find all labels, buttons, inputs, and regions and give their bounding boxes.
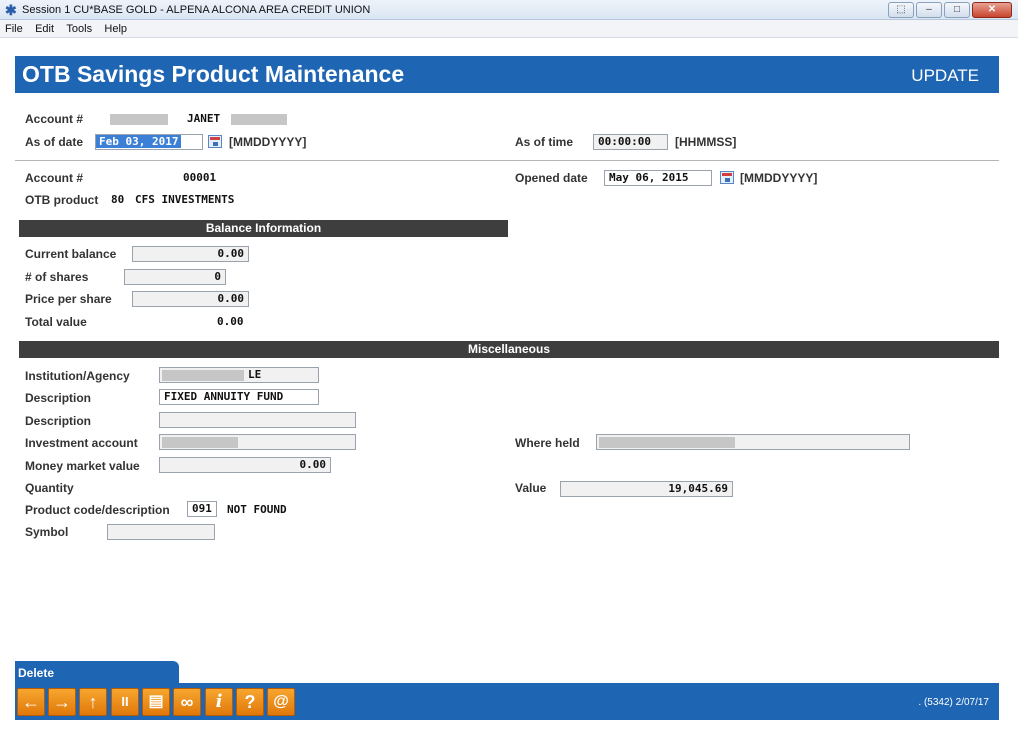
- app-icon: ✱: [5, 2, 17, 18]
- value-label: Value: [515, 481, 547, 495]
- delete-button[interactable]: Delete: [15, 661, 179, 683]
- member-surname-redacted: [231, 114, 287, 125]
- otb-product-name: CFS INVESTMENTS: [135, 193, 235, 206]
- balance-section-header: Balance Information: [19, 220, 508, 237]
- product-code-label: Product code/description: [25, 503, 170, 517]
- current-balance-label: Current balance: [25, 247, 117, 261]
- where-held-redacted: [599, 437, 735, 448]
- as-of-date-value: Feb 03, 2017: [96, 135, 182, 148]
- page-header: OTB Savings Product Maintenance UPDATE: [15, 56, 999, 93]
- minimize-button[interactable]: –: [916, 2, 942, 18]
- window-extra-button[interactable]: ⬚: [888, 2, 914, 18]
- institution-redacted: [162, 370, 244, 381]
- maximize-button[interactable]: □: [944, 2, 970, 18]
- as-of-date-input[interactable]: Feb 03, 2017: [95, 134, 203, 150]
- opened-date-input[interactable]: May 06, 2015: [604, 170, 712, 186]
- as-of-date-label: As of date: [25, 135, 84, 149]
- product-code-desc: NOT FOUND: [227, 503, 287, 516]
- window-title: Session 1 CU*BASE GOLD - ALPENA ALCONA A…: [22, 4, 371, 16]
- opened-date-label: Opened date: [515, 171, 588, 185]
- symbol-label: Symbol: [25, 525, 69, 539]
- otb-product-code: 80: [111, 193, 125, 206]
- back-icon[interactable]: ←: [17, 688, 45, 716]
- investment-account-label: Investment account: [25, 436, 138, 450]
- as-of-time-label: As of time: [515, 135, 574, 149]
- shares-label: # of shares: [25, 270, 89, 284]
- version-text: . (5342) 2/07/17: [918, 697, 989, 708]
- main-content: Account # JANET As of date Feb 03, 2017 …: [15, 94, 999, 660]
- menu-tools[interactable]: Tools: [61, 20, 96, 35]
- mode-indicator: UPDATE: [911, 66, 979, 85]
- close-button[interactable]: ✕: [972, 2, 1012, 18]
- institution-label: Institution/Agency: [25, 369, 130, 383]
- value-input[interactable]: 19,045.69: [560, 481, 733, 497]
- menu-file[interactable]: File: [0, 20, 27, 35]
- product-account-label: Account #: [25, 171, 84, 185]
- symbol-input[interactable]: [107, 524, 215, 540]
- description1-label: Description: [25, 391, 92, 405]
- description2-label: Description: [25, 414, 92, 428]
- print-icon[interactable]: ▤: [142, 688, 170, 716]
- link-icon[interactable]: ∞: [173, 688, 201, 716]
- current-balance-input[interactable]: 0.00: [132, 246, 249, 262]
- description1-input[interactable]: FIXED ANNUITY FUND: [159, 389, 319, 405]
- menu-bar: File Edit Tools Help: [0, 20, 1018, 38]
- account-label: Account #: [25, 112, 84, 126]
- info-icon[interactable]: i: [205, 688, 233, 716]
- product-account-value: 00001: [183, 171, 217, 184]
- total-value-label: Total value: [25, 315, 87, 329]
- as-of-time-format: [HHMMSS]: [675, 135, 737, 149]
- shares-input[interactable]: 0: [124, 269, 226, 285]
- window-titlebar: ✱ Session 1 CU*BASE GOLD - ALPENA ALCONA…: [0, 0, 1018, 20]
- window-controls: ⬚ – □ ✕: [888, 2, 1012, 18]
- opened-date-format: [MMDDYYYY]: [740, 171, 818, 185]
- as-of-time-input[interactable]: 00:00:00: [593, 134, 668, 150]
- pause-icon[interactable]: II: [111, 688, 139, 716]
- price-per-share-label: Price per share: [25, 292, 112, 306]
- menu-help[interactable]: Help: [99, 20, 131, 35]
- quantity-label: Quantity: [25, 481, 74, 495]
- forward-icon[interactable]: →: [48, 688, 76, 716]
- total-value: 0.00: [217, 315, 244, 328]
- price-per-share-input[interactable]: 0.00: [132, 291, 249, 307]
- member-name: JANET: [187, 112, 221, 125]
- as-of-date-format: [MMDDYYYY]: [229, 135, 307, 149]
- menu-edit[interactable]: Edit: [30, 20, 58, 35]
- description2-input[interactable]: [159, 412, 356, 428]
- calendar-icon[interactable]: [208, 135, 222, 148]
- calendar-icon[interactable]: [720, 171, 734, 184]
- money-market-input[interactable]: 0.00: [159, 457, 331, 473]
- help-icon[interactable]: ?: [236, 688, 264, 716]
- where-held-label: Where held: [515, 436, 580, 450]
- divider: [15, 160, 999, 161]
- account-number-redacted: [110, 114, 168, 125]
- money-market-label: Money market value: [25, 459, 140, 473]
- misc-section-header: Miscellaneous: [19, 341, 999, 358]
- product-code-input[interactable]: 091: [187, 501, 217, 517]
- page-title: OTB Savings Product Maintenance: [22, 61, 405, 87]
- footer-toolbar: ← → ↑ II ▤ ∞ i ? @ . (5342) 2/07/17: [15, 683, 999, 720]
- otb-product-label: OTB product: [25, 193, 99, 207]
- investment-account-redacted: [162, 437, 238, 448]
- email-icon[interactable]: @: [267, 688, 295, 716]
- up-icon[interactable]: ↑: [79, 688, 107, 716]
